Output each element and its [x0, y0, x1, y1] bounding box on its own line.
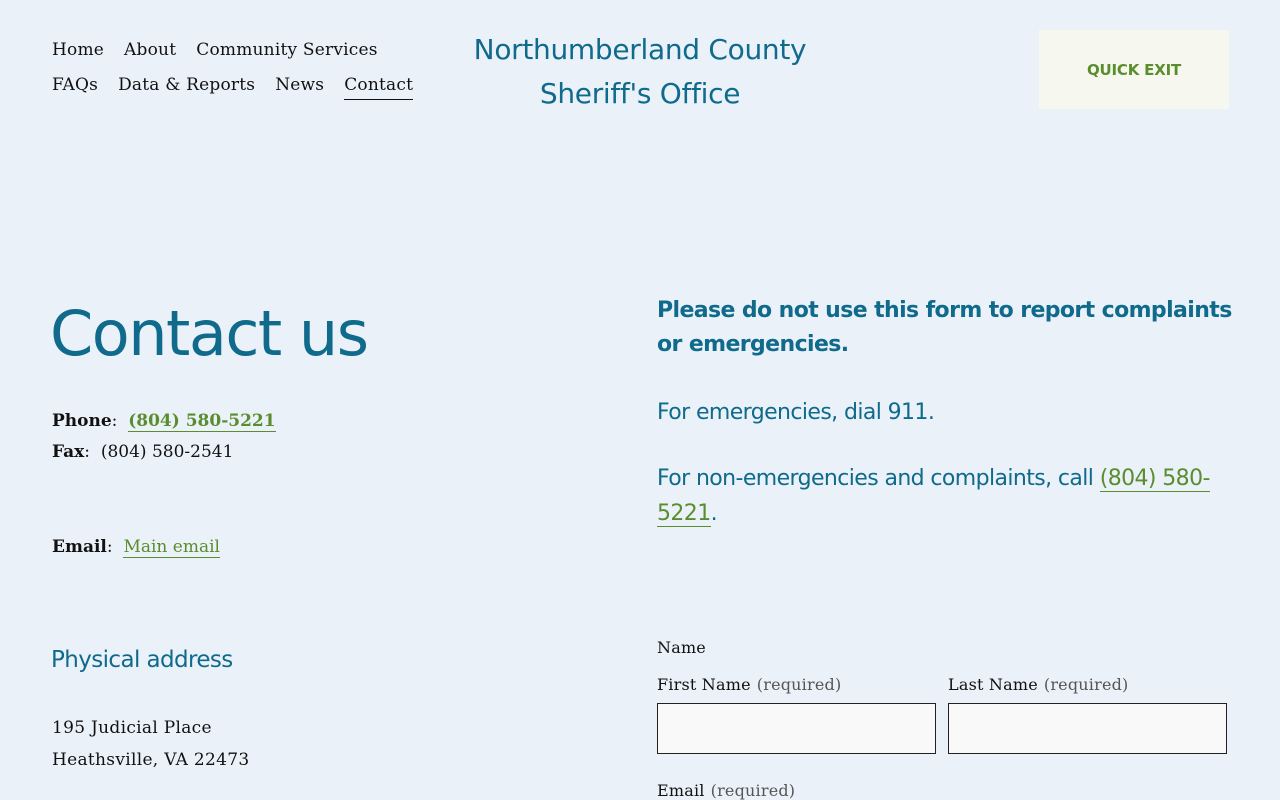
nav-row-1: Home About Community Services — [52, 38, 452, 73]
nonemergency-text: For non-emergencies and complaints, call… — [657, 466, 1210, 527]
fax-line: Fax: (804) 580-2541 — [52, 442, 234, 462]
phone-label: Phone — [52, 411, 112, 431]
name-group-label: Name — [657, 638, 706, 657]
nav-row-2: FAQs Data & Reports News Contact — [52, 73, 452, 108]
physical-address-heading: Physical address — [51, 647, 233, 673]
main-email-link[interactable]: Main email — [123, 537, 220, 558]
nav-item-home[interactable]: Home — [52, 38, 104, 62]
page-title: Contact us — [50, 297, 369, 370]
last-name-label: Last Name (required) — [948, 675, 1129, 694]
address-line1: 195 Judicial Place — [52, 718, 212, 738]
site-title[interactable]: Northumberland County Sheriff's Office — [440, 28, 840, 116]
nav-item-faqs[interactable]: FAQs — [52, 73, 98, 97]
nav-item-about[interactable]: About — [124, 38, 176, 62]
site-title-line2: Sheriff's Office — [539, 77, 741, 110]
form-warning: Please do not use this form to report co… — [657, 298, 1232, 357]
phone-line: Phone: (804) 580-5221 — [52, 411, 276, 432]
emergency-text: For emergencies, dial 911. — [657, 400, 935, 425]
required-indicator: (required) — [756, 675, 842, 694]
last-name-input[interactable] — [948, 703, 1227, 754]
nav-item-community-services[interactable]: Community Services — [196, 38, 377, 62]
email-line: Email: Main email — [52, 537, 220, 558]
email-label: Email — [52, 537, 107, 557]
first-name-input[interactable] — [657, 703, 936, 754]
nav-item-news[interactable]: News — [275, 73, 324, 97]
fax-label: Fax — [52, 442, 85, 462]
email-field-label: Email (required) — [657, 781, 796, 800]
fax-value: (804) 580-2541 — [100, 442, 234, 462]
phone-link[interactable]: (804) 580-5221 — [128, 411, 276, 432]
nav-item-data-reports[interactable]: Data & Reports — [118, 73, 255, 97]
first-name-label: First Name (required) — [657, 675, 842, 694]
quick-exit-button[interactable]: QUICK EXIT — [1039, 30, 1229, 109]
physical-address: 195 Judicial Place Heathsville, VA 22473 — [52, 712, 250, 776]
required-indicator: (required) — [1043, 675, 1129, 694]
address-line2: Heathsville, VA 22473 — [52, 750, 250, 770]
main-nav: Home About Community Services FAQs Data … — [52, 38, 452, 108]
required-indicator: (required) — [710, 781, 796, 800]
site-title-line1: Northumberland County — [473, 33, 807, 66]
nav-item-contact[interactable]: Contact — [344, 73, 414, 100]
